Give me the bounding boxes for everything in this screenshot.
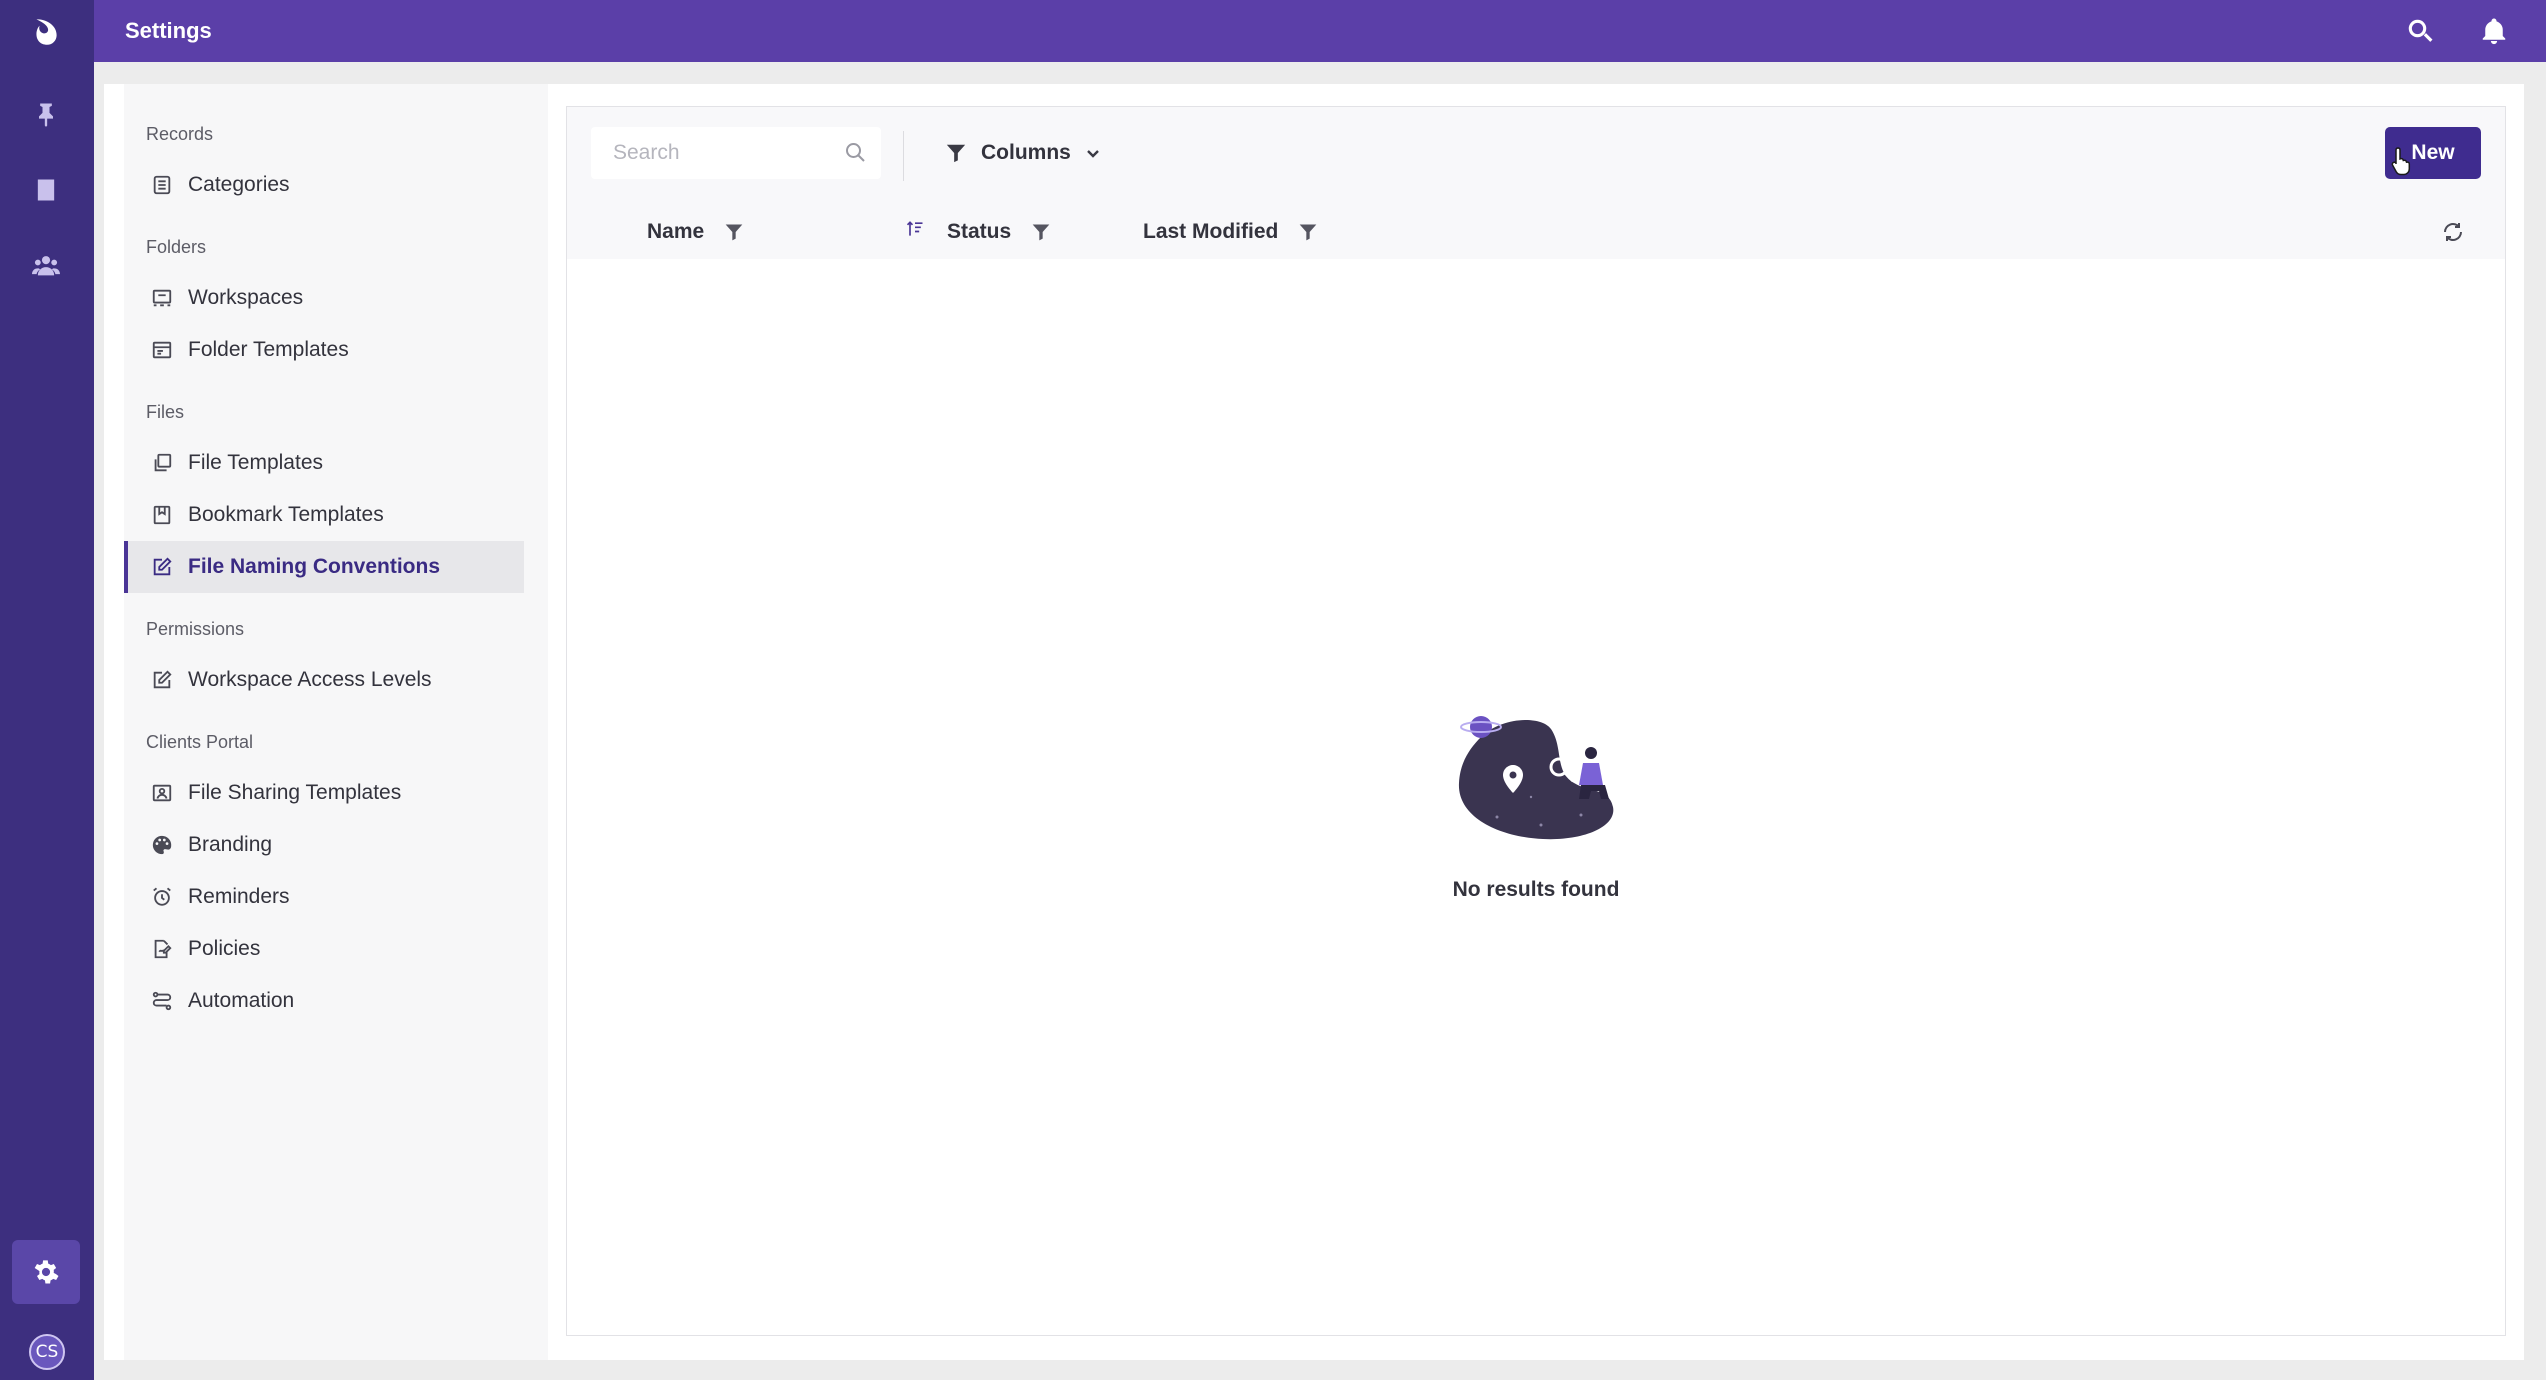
filter-icon[interactable] <box>1298 222 1318 242</box>
nav-item-label: Workspace Access Levels <box>188 668 432 691</box>
nav-section-permissions: Permissions Workspace Access Levels <box>124 619 548 706</box>
gear-icon[interactable] <box>12 1240 80 1304</box>
pin-icon[interactable] <box>12 82 80 146</box>
nav-item-label: File Naming Conventions <box>188 555 441 578</box>
categories-icon <box>150 173 174 197</box>
nav-item-label: Automation <box>188 989 295 1012</box>
top-bar: Settings <box>94 0 2546 62</box>
nav-item-label: File Sharing Templates <box>188 781 402 804</box>
filter-icon[interactable] <box>724 222 744 242</box>
policy-icon <box>150 937 174 961</box>
nav-item-categories[interactable]: Categories <box>124 159 524 211</box>
refresh-icon[interactable] <box>2441 220 2465 244</box>
nav-item-label: Workspaces <box>188 286 304 309</box>
nav-section-title: Folders <box>146 237 207 257</box>
content-panel: Records Categories Folders Workspaces Fo… <box>104 84 2524 1360</box>
avatar[interactable]: CS <box>29 1334 65 1370</box>
records-icon[interactable] <box>12 158 80 222</box>
columns-label: Columns <box>981 141 1071 164</box>
nav-item-branding[interactable]: Branding <box>124 819 524 871</box>
search-box[interactable] <box>591 127 881 179</box>
nav-item-label: Reminders <box>188 885 290 908</box>
table-header-row: Name Status Last Modified <box>567 205 2505 259</box>
mouse-cursor-icon <box>2391 147 2411 176</box>
table-panel: Columns New Name Status Last Modified <box>566 106 2506 1336</box>
nav-item-bookmark-templates[interactable]: Bookmark Templates <box>124 489 524 541</box>
column-header-label: Status <box>947 220 1012 243</box>
nav-item-label: Folder Templates <box>188 338 349 361</box>
nav-section-title: Records <box>146 124 214 144</box>
nav-item-automation[interactable]: Automation <box>124 975 524 1027</box>
empty-state: No results found <box>567 697 2505 902</box>
left-rail: CS <box>0 0 94 1380</box>
nav-section-title: Permissions <box>146 619 245 639</box>
bell-icon[interactable] <box>2474 11 2514 51</box>
automation-icon <box>150 989 174 1013</box>
alarm-icon <box>150 885 174 909</box>
nav-item-reminders[interactable]: Reminders <box>124 871 524 923</box>
nav-item-label: Policies <box>188 937 261 960</box>
nav-section-files: Files File Templates Bookmark Templates … <box>124 402 548 593</box>
nav-item-label: Branding <box>188 833 273 856</box>
column-header-status[interactable]: Status <box>947 220 1051 244</box>
column-header-name[interactable]: Name <box>647 220 744 244</box>
chevron-down-icon <box>1085 145 1101 161</box>
nav-item-folder-templates[interactable]: Folder Templates <box>124 324 524 376</box>
edit-icon <box>150 555 174 579</box>
nav-section-title: Files <box>146 402 185 422</box>
column-header-label: Name <box>647 220 705 243</box>
nav-section-records: Records Categories <box>124 124 548 211</box>
palette-icon <box>150 833 174 857</box>
nav-item-file-sharing-templates[interactable]: File Sharing Templates <box>124 767 524 819</box>
edit-icon <box>150 668 174 692</box>
file-templates-icon <box>150 451 174 475</box>
nav-item-label: File Templates <box>188 451 324 474</box>
table-toolbar: Columns New Name Status Last Modified <box>567 107 2505 259</box>
search-icon[interactable] <box>843 140 869 166</box>
search-input[interactable] <box>591 141 831 165</box>
nav-section-title: Clients Portal <box>146 732 254 752</box>
columns-button[interactable]: Columns <box>945 135 1101 171</box>
nav-section-folders: Folders Workspaces Folder Templates <box>124 237 548 376</box>
no-results-illustration <box>1441 697 1631 852</box>
nav-section-clients-portal: Clients Portal File Sharing Templates Br… <box>124 732 548 1027</box>
nav-item-policies[interactable]: Policies <box>124 923 524 975</box>
nav-item-file-naming-conventions[interactable]: File Naming Conventions <box>124 541 524 593</box>
search-icon[interactable] <box>2400 11 2440 51</box>
nav-item-label: Categories <box>188 173 290 196</box>
image-icon <box>150 781 174 805</box>
nav-item-label: Bookmark Templates <box>188 503 384 526</box>
page-title: Settings <box>125 18 212 43</box>
settings-nav: Records Categories Folders Workspaces Fo… <box>124 84 548 1360</box>
column-header-label: Last Modified <box>1143 220 1279 243</box>
workspaces-icon <box>150 286 174 310</box>
column-header-last-modified[interactable]: Last Modified <box>1143 220 1318 244</box>
nav-item-workspace-access-levels[interactable]: Workspace Access Levels <box>124 654 524 706</box>
users-icon[interactable] <box>12 234 80 298</box>
nav-item-workspaces[interactable]: Workspaces <box>124 272 524 324</box>
filter-icon <box>945 142 967 164</box>
toolbar-divider <box>903 131 904 181</box>
empty-state-message: No results found <box>1452 878 1620 901</box>
sort-icon[interactable] <box>905 219 925 239</box>
folder-templates-icon <box>150 338 174 362</box>
nav-item-file-templates[interactable]: File Templates <box>124 437 524 489</box>
filter-icon[interactable] <box>1031 222 1051 242</box>
logo-icon[interactable] <box>12 0 80 64</box>
bookmark-icon <box>150 503 174 527</box>
